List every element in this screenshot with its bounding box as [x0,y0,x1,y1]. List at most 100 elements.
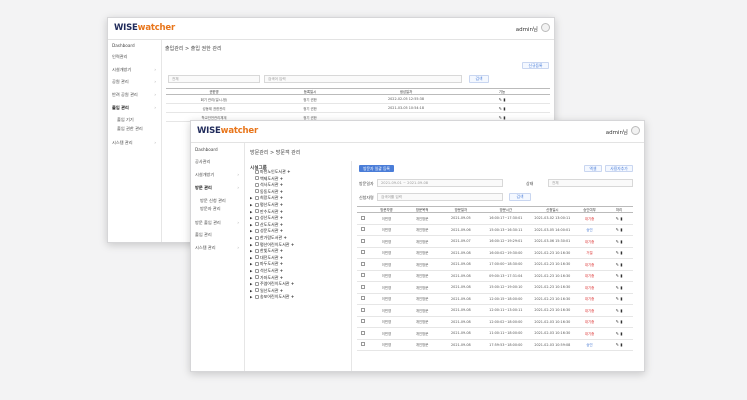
add-icon[interactable]: + [278,182,283,187]
add-icon[interactable]: + [278,261,283,266]
delete-icon[interactable]: ▮ [619,273,622,278]
sidebar-item[interactable]: 출입 관리 [195,232,212,238]
checkbox[interactable] [255,288,259,293]
delete-icon[interactable]: ▮ [619,308,622,313]
add-icon[interactable]: + [278,176,283,181]
sidebar-item[interactable]: Dashboard [195,147,218,152]
checkbox[interactable] [361,307,366,312]
checkbox[interactable] [361,227,366,232]
checkbox-cell[interactable] [357,235,370,248]
add-icon[interactable]: + [289,242,294,247]
sidebar-item[interactable]: 출입 관리 [112,105,129,111]
checkbox[interactable] [255,294,259,299]
delete-icon[interactable]: ▮ [619,319,622,324]
checkbox[interactable] [361,250,366,255]
add-icon[interactable]: + [278,189,283,194]
tree-node[interactable]: ▶ 평산도서관 + [250,202,283,208]
checkbox[interactable] [255,215,259,220]
delete-icon[interactable]: ▮ [619,227,622,232]
add-icon[interactable]: + [282,235,286,240]
add-icon[interactable]: + [278,248,283,253]
checkbox[interactable] [255,195,259,200]
sidebar-item[interactable]: 출입 권한 관리 [117,126,143,132]
sidebar-item[interactable]: 공원 관리 [112,79,129,85]
tree-node[interactable]: ▶ 석산도서관 + [250,268,283,274]
add-icon[interactable]: + [278,215,283,220]
checkbox-cell[interactable] [357,224,370,236]
table-row[interactable]: 성동제 권한관리 정기 권한 2021-03-05 10:54:18 ✎ ▮ [166,103,550,113]
search-button[interactable]: 검색 [469,75,489,83]
avatar-icon[interactable] [541,23,550,32]
tree-node[interactable]: ▶ 마두도서관 + [250,261,283,267]
tree-node[interactable]: ▶ 송포어린이도서관 + [250,294,294,300]
add-icon[interactable]: + [278,195,283,200]
tree-node[interactable]: ▶ 만수도서관 + [250,209,283,215]
checkbox-cell[interactable] [357,270,370,282]
sidebar-item[interactable]: 시설개방기 [195,172,214,178]
table-row[interactable]: 이민영 개인방문 2021-09-07 16:00:12~19:29:01 2021-0… [357,235,633,248]
sidebar-item[interactable]: 방문자 관리 [200,206,221,212]
delete-icon[interactable]: ▮ [619,331,622,336]
delete-icon[interactable]: ▮ [502,106,505,111]
add-user-button[interactable]: 사용자추가 [605,165,633,172]
tree-node[interactable]: 동동도서관 + [250,189,283,195]
table-row[interactable]: 이민영 개인방문 2021-09-08 12:00:11~13:00:11 2021-0… [357,304,633,317]
delete-icon[interactable]: ▮ [502,115,505,120]
checkbox[interactable] [361,215,366,220]
checkbox[interactable] [361,342,366,347]
user-name[interactable]: admin님 [606,128,628,136]
bulk-register-button[interactable]: 방문자 일괄 등록 [359,165,394,172]
sidebar-item[interactable]: 공사관리 [195,159,210,165]
add-icon[interactable]: + [278,288,283,293]
checkbox[interactable] [255,176,259,181]
add-icon[interactable]: + [278,268,283,273]
sidebar-item[interactable]: 반려 공원 관리 [112,92,138,98]
checkbox[interactable] [361,238,366,243]
checkbox-cell[interactable] [357,339,370,351]
sidebar-item[interactable]: 방문 출입 관리 [195,220,221,226]
checkbox[interactable] [255,209,259,214]
name-input[interactable]: 검색어를 입력 [377,193,503,201]
tree-node[interactable]: ▶ 대전도서관 + [250,255,283,261]
search-button[interactable]: 검색 [509,193,531,201]
checkbox-cell[interactable] [357,293,370,305]
sidebar-item[interactable]: 인력관리 [112,54,127,60]
table-row[interactable]: 이민영 개인방문 2021-09-08 15:00:12~19:00:10 2021-0… [357,281,633,294]
checkbox-cell[interactable] [357,212,370,225]
delete-icon[interactable]: ▮ [619,296,622,301]
checkbox-cell[interactable] [357,247,370,259]
tree-node[interactable]: ▶ 주엽어린이도서관 + [250,281,294,287]
add-icon[interactable]: + [286,169,290,174]
checkbox-cell[interactable] [357,327,370,340]
delete-icon[interactable]: ▮ [619,285,622,290]
delete-icon[interactable]: ▮ [619,250,622,255]
table-row[interactable]: 이민영 개인방문 2021-09-08 12:00:02~18:00:00 2021-0… [357,316,633,328]
add-icon[interactable]: + [278,255,283,260]
checkbox[interactable] [361,296,366,301]
checkbox[interactable] [361,330,366,335]
add-icon[interactable]: + [278,275,283,280]
add-icon[interactable]: + [289,281,294,286]
sidebar-item[interactable]: 시스템 관리 [112,140,133,146]
checkbox[interactable] [255,169,259,174]
checkbox[interactable] [255,275,259,280]
tree-node[interactable]: ▶ 평산어린이도서관 + [250,242,294,248]
add-icon[interactable]: + [278,202,283,207]
sidebar-item[interactable]: Dashboard [112,43,135,48]
tree-node[interactable]: ▶ 한빛도서관 + [250,248,283,254]
user-name[interactable]: admin님 [516,25,538,33]
sidebar-item[interactable]: 시설개방기 [112,67,131,73]
table-row[interactable]: 이민영 개인방문 2021-09-08 16:00:02~19:30:00 2021-0… [357,247,633,259]
checkbox[interactable] [255,261,259,266]
excel-button[interactable]: 엑셀 [584,165,602,172]
table-row[interactable]: 이민영 개인방문 2021-09-08 11:00:11~18:00:00 2021-0… [357,327,633,340]
checkbox[interactable] [255,268,259,273]
table-row[interactable]: 이민영 개인방문 2021-09-05 16:00:17~17:30:01 2021-0… [357,212,633,225]
checkbox[interactable] [255,228,259,233]
search-input[interactable]: 검색어 입력 [264,75,462,83]
checkbox[interactable] [361,319,366,324]
delete-icon[interactable]: ▮ [619,342,622,347]
sidebar-item[interactable]: 출입 기기 [117,117,134,123]
table-row[interactable]: 이민영 개인방문 2021-09-08 12:00:15~18:00:00 2021-0… [357,293,633,305]
period-input[interactable]: 2021-09-01 ~ 2021-09-08 [377,179,503,187]
